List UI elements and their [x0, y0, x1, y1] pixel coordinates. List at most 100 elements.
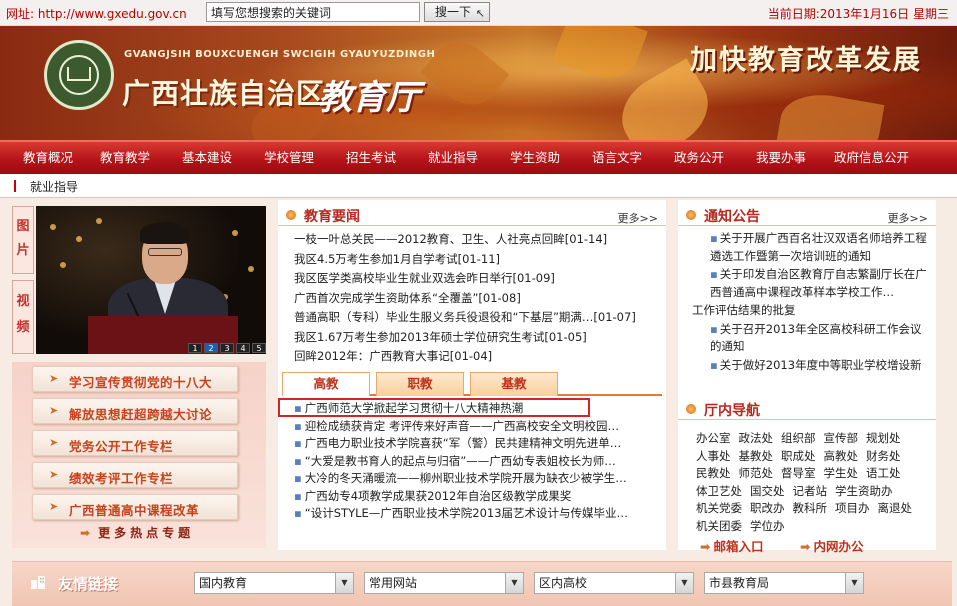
notice-item[interactable]: ▪ 关于开展广西百名壮汉双语名师培养工程遴选工作暨第一次培训班的通知	[692, 230, 932, 265]
tab-news-item[interactable]: ▪ “设计STYLE—广西职业技术学院2013届艺术设计与传媒毕业…	[294, 505, 664, 523]
news-item[interactable]: 广西首次完成学生资助体系“全覆盖”[01-08]	[294, 289, 664, 309]
department-link[interactable]: 基教处	[739, 449, 774, 463]
department-link[interactable]: 政法处	[739, 431, 774, 445]
arrow-right-icon: ➡	[700, 539, 711, 554]
department-link[interactable]: 学位办	[750, 519, 785, 533]
subnav-item-employment[interactable]: 就业指导	[30, 178, 78, 195]
tab-news-item[interactable]: ▪ 大冷的冬天涌暖流——柳州职业技术学院开展为缺衣少被学生…	[294, 470, 664, 488]
chevron-down-icon: ▼	[505, 573, 523, 593]
tab-news-item-label: 广西电力职业技术学院喜获“军（警）民共建精神文明先进单…	[304, 436, 622, 450]
nav-item-student-aid[interactable]: 学生资助	[494, 142, 576, 174]
news-item[interactable]: 我区1.67万考生参加2013年硕士学位研究生考试[01-05]	[294, 328, 664, 348]
department-link[interactable]: 教科所	[793, 501, 828, 515]
tab-basic-education[interactable]: 基教	[470, 372, 558, 396]
department-link[interactable]: 督导室	[781, 466, 816, 480]
department-link[interactable]: 学生资助办	[835, 484, 893, 498]
news-item[interactable]: 普通高职（专科）毕业生服义务兵役退役和“下基层”期满…[01-07]	[294, 308, 664, 328]
tab-news-item[interactable]: ▪ 广西电力职业技术学院喜获“军（警）民共建精神文明先进单…	[294, 435, 664, 453]
department-link[interactable]: 职成处	[781, 449, 816, 463]
department-link[interactable]: 机关团委	[696, 519, 742, 533]
friendly-links-bar: 友情链接 国内教育 ▼ 常用网站 ▼ 区内高校 ▼ 市县教育局 ▼	[12, 561, 952, 606]
nav-item-overview[interactable]: 教育概况	[0, 142, 84, 174]
topic-banner-label: 学习宣传贯彻党的十八大	[69, 375, 213, 390]
department-link[interactable]: 项目办	[835, 501, 870, 515]
tab-news-item[interactable]: ▪ 迎检成绩获肯定 考评传来好声音——广西高校安全文明校园…	[294, 418, 664, 436]
notice-item[interactable]: ▪ 关于印发自治区教育厅自志繁副厅长在广西普通高中课程改革样本学校工作…	[692, 266, 932, 301]
sub-nav: 就业指导	[0, 174, 957, 198]
department-link[interactable]: 离退处	[878, 501, 913, 515]
department-link[interactable]: 语工处	[866, 466, 901, 480]
links-select-common-sites[interactable]: 常用网站 ▼	[364, 572, 524, 594]
news-more-link[interactable]: 更多>>	[618, 210, 658, 226]
links-select-regional-universities[interactable]: 区内高校 ▼	[534, 572, 694, 594]
department-link[interactable]: 规划处	[866, 431, 901, 445]
topic-banner-label: 党务公开工作专栏	[69, 439, 174, 454]
nav-item-employment[interactable]: 就业指导	[412, 142, 494, 174]
nav-item-school-management[interactable]: 学校管理	[248, 142, 330, 174]
tab-news-item[interactable]: ▪ “大爱是教书育人的起点与归宿”——广西幼专表姐校长为师…	[294, 453, 664, 471]
news-title: 教育要闻	[304, 209, 360, 225]
pager-page[interactable]: 1	[188, 343, 202, 353]
video-pager: 1 2 3 4 5	[188, 343, 266, 353]
tab-vocational-education[interactable]: 职教	[376, 372, 464, 396]
department-link[interactable]: 学生处	[824, 466, 859, 480]
department-link[interactable]: 人事处	[696, 449, 731, 463]
department-link[interactable]: 师范处	[739, 466, 774, 480]
nav-item-admissions[interactable]: 招生考试	[330, 142, 412, 174]
pager-page[interactable]: 5	[252, 343, 266, 353]
nav-item-services[interactable]: 我要办事	[740, 142, 822, 174]
department-link[interactable]: 记者站	[793, 484, 828, 498]
search-input[interactable]	[206, 2, 420, 22]
department-link[interactable]: 职改办	[750, 501, 785, 515]
department-grid: 办公室 政法处 组织部 宣传部 规划处 人事处 基教处 职成处 高教处 财务处 民教处 师范处 督导…	[696, 430, 932, 535]
notice-item[interactable]: ▪关于做好2013年度中等职业学校增设新专业申报备案工作的通知	[692, 357, 932, 375]
chevron-down-icon: ▼	[845, 573, 863, 593]
topic-banner[interactable]: ➤ 解放思想赶超跨越大讨论	[32, 398, 238, 424]
topic-banner[interactable]: ➤ 学习宣传贯彻党的十八大	[32, 366, 238, 392]
news-item[interactable]: 我区4.5万考生参加1月自学考试[01-11]	[294, 250, 664, 270]
pager-page[interactable]: 4	[236, 343, 250, 353]
department-link[interactable]: 民教处	[696, 466, 731, 480]
tab-news-item[interactable]: ▪ 广西幼专4项教学成果获2012年自治区级教学成果奖	[294, 488, 664, 506]
tab-video[interactable]: 视频	[12, 280, 34, 354]
bullet-icon: ▪	[294, 453, 302, 468]
notice-item-label: 工作评估结果的批复	[692, 303, 796, 317]
video-player[interactable]: 1 2 3 4 5	[36, 206, 266, 354]
nav-item-language[interactable]: 语言文字	[576, 142, 658, 174]
department-link[interactable]: 机关党委	[696, 501, 742, 515]
department-link[interactable]: 办公室	[696, 431, 731, 445]
notices-more-link[interactable]: 更多>>	[888, 210, 928, 226]
topic-banner[interactable]: ➤ 绩效考评工作专栏	[32, 462, 238, 488]
department-link[interactable]: 体卫艺处	[696, 484, 742, 498]
tab-higher-education[interactable]: 高教	[282, 372, 370, 396]
intranet-link[interactable]: ➡ 内网办公	[800, 536, 864, 555]
nav-item-public-affairs[interactable]: 政务公开	[658, 142, 740, 174]
department-link[interactable]: 财务处	[866, 449, 901, 463]
select-value: 市县教育局	[709, 576, 770, 590]
department-link[interactable]: 组织部	[781, 431, 816, 445]
department-link[interactable]: 国交处	[750, 484, 785, 498]
nav-item-construction[interactable]: 基本建设	[166, 142, 248, 174]
tab-pictures[interactable]: 图片	[12, 206, 34, 274]
tab-news-item[interactable]: ▪ 广西师范大学掀起学习贯彻十八大精神热潮	[294, 400, 664, 418]
pager-page[interactable]: 3	[220, 343, 234, 353]
nav-item-teaching[interactable]: 教育教学	[84, 142, 166, 174]
notice-item[interactable]: ▪ 关于召开2013年全区高校科研工作会议的通知	[692, 321, 932, 356]
links-select-domestic-education[interactable]: 国内教育 ▼	[194, 572, 354, 594]
main-nav: 教育概况 教育教学 基本建设 学校管理 招生考试 就业指导 学生资助 语言文字 …	[0, 140, 957, 174]
links-select-county-bureaus[interactable]: 市县教育局 ▼	[704, 572, 864, 594]
more-hot-topics-link[interactable]: ➡ 更多热点专题	[80, 524, 194, 541]
topic-banner[interactable]: ➤ 党务公开工作专栏	[32, 430, 238, 456]
topic-banner[interactable]: ➤ 广西普通高中课程改革	[32, 494, 238, 520]
nav-item-info-disclosure[interactable]: 政府信息公开	[822, 142, 924, 174]
news-item[interactable]: 我区医学类高校毕业生就业双选会昨日举行[01-09]	[294, 269, 664, 289]
news-item[interactable]: 一枝一叶总关民——2012教育、卫生、人社亮点回眸[01-14]	[294, 230, 664, 250]
tab-news-item-label: “设计STYLE—广西职业技术学院2013届艺术设计与传媒毕业…	[304, 506, 629, 520]
search-button[interactable]: 搜一下 ↖	[424, 2, 490, 22]
news-item[interactable]: 回眸2012年：广西教育大事记[01-04]	[294, 347, 664, 367]
mailbox-link[interactable]: ➡ 邮箱入口	[700, 536, 764, 555]
department-link[interactable]: 高教处	[824, 449, 859, 463]
department-link[interactable]: 宣传部	[824, 431, 859, 445]
pager-page[interactable]: 2	[204, 343, 218, 353]
notice-item[interactable]: 工作评估结果的批复	[692, 302, 932, 320]
